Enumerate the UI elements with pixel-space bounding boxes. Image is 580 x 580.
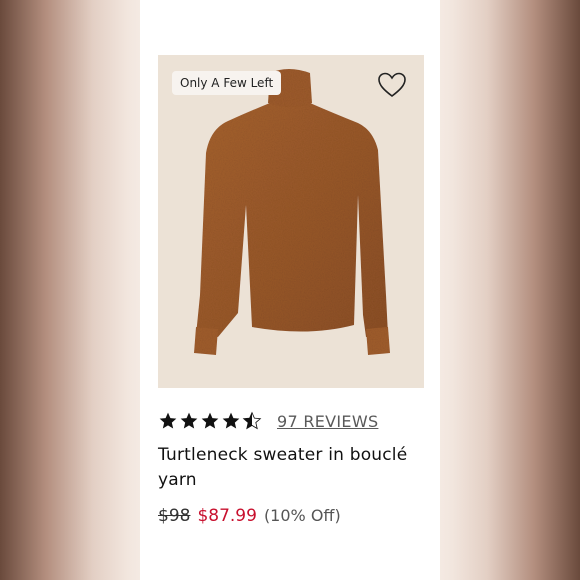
star-icon (159, 412, 177, 429)
half-star-icon (242, 411, 262, 430)
sweater-illustration (194, 69, 390, 355)
wishlist-heart-icon[interactable] (376, 69, 408, 101)
original-price: $98 (158, 506, 191, 526)
product-image[interactable]: Only A Few Left (158, 55, 424, 388)
star-icon (180, 412, 198, 429)
product-title[interactable]: Turtleneck sweater in bouclé yarn (158, 443, 428, 493)
stock-badge: Only A Few Left (172, 71, 282, 95)
product-card[interactable]: Only A Few Left 97 REVIEWS Turtleneck sw… (140, 0, 440, 580)
price-row: $98 $87.99 (10% Off) (158, 506, 341, 526)
star-icon (222, 412, 240, 429)
star-rating (158, 411, 263, 431)
discount-label: (10% Off) (263, 506, 341, 525)
star-icon (201, 412, 219, 429)
rating-row: 97 REVIEWS (158, 407, 428, 435)
reviews-link[interactable]: 97 REVIEWS (277, 412, 378, 431)
sale-price: $87.99 (197, 506, 257, 526)
